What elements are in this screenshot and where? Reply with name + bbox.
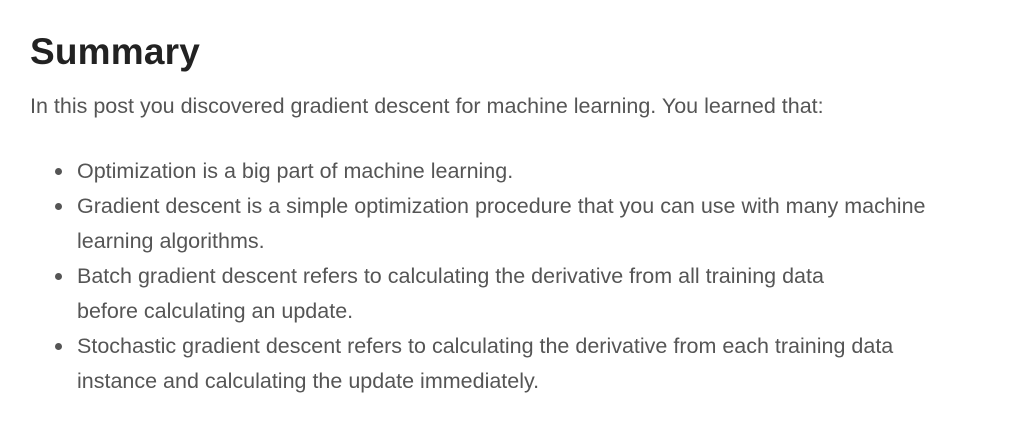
list-item-text-continuation: learning algorithms. bbox=[77, 229, 265, 253]
list-item: Stochastic gradient descent refers to ca… bbox=[30, 329, 1005, 399]
list-item-text-continuation: before calculating an update. bbox=[77, 299, 354, 323]
article-summary-section: Summary In this post you discovered grad… bbox=[0, 0, 1015, 425]
list-item-text: Batch gradient descent refers to calcula… bbox=[77, 264, 824, 288]
list-item: Batch gradient descent refers to calcula… bbox=[30, 259, 1005, 329]
list-item-text: Stochastic gradient descent refers to ca… bbox=[77, 334, 894, 358]
bullet-dot-icon bbox=[55, 273, 62, 280]
summary-bullet-list: Optimization is a big part of machine le… bbox=[30, 154, 1005, 399]
list-item: Gradient descent is a simple optimizatio… bbox=[30, 189, 1005, 259]
list-item: Optimization is a big part of machine le… bbox=[30, 154, 1005, 189]
section-heading: Summary bbox=[30, 31, 201, 72]
bullet-dot-icon bbox=[55, 343, 62, 350]
bullet-dot-icon bbox=[55, 203, 62, 210]
list-item-text: Optimization is a big part of machine le… bbox=[77, 159, 514, 183]
list-item-text-continuation: instance and calculating the update imme… bbox=[77, 369, 540, 393]
list-item-text: Gradient descent is a simple optimizatio… bbox=[77, 194, 926, 218]
bullet-dot-icon bbox=[55, 168, 62, 175]
intro-paragraph: In this post you discovered gradient des… bbox=[30, 94, 824, 118]
